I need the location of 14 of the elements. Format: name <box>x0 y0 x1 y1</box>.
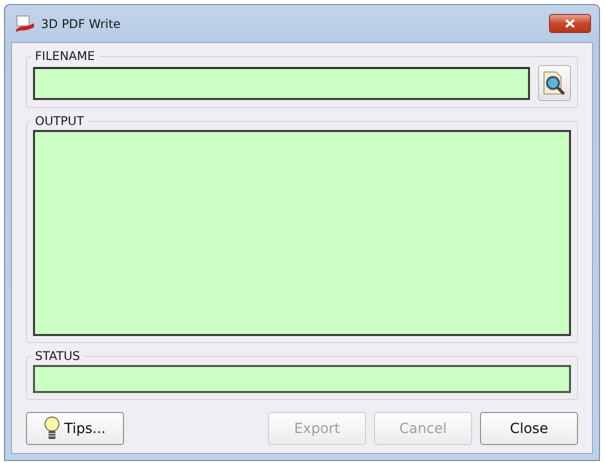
tips-button[interactable]: Tips... <box>26 412 124 445</box>
browse-button[interactable] <box>538 65 571 101</box>
window-title: 3D PDF Write <box>41 16 122 30</box>
group-label: STATUS <box>34 349 82 363</box>
dialog-button[interactable]: Close <box>480 412 578 445</box>
group-label: OUTPUT <box>34 114 85 128</box>
output-area[interactable] <box>33 130 571 336</box>
lightbulb-icon <box>44 416 60 442</box>
app-logo-icon <box>15 14 35 32</box>
filename-field[interactable] <box>33 66 530 100</box>
close-button[interactable] <box>549 14 591 33</box>
group-label: FILENAME <box>34 49 96 63</box>
status-field[interactable] <box>33 365 571 393</box>
close-icon <box>565 19 575 28</box>
